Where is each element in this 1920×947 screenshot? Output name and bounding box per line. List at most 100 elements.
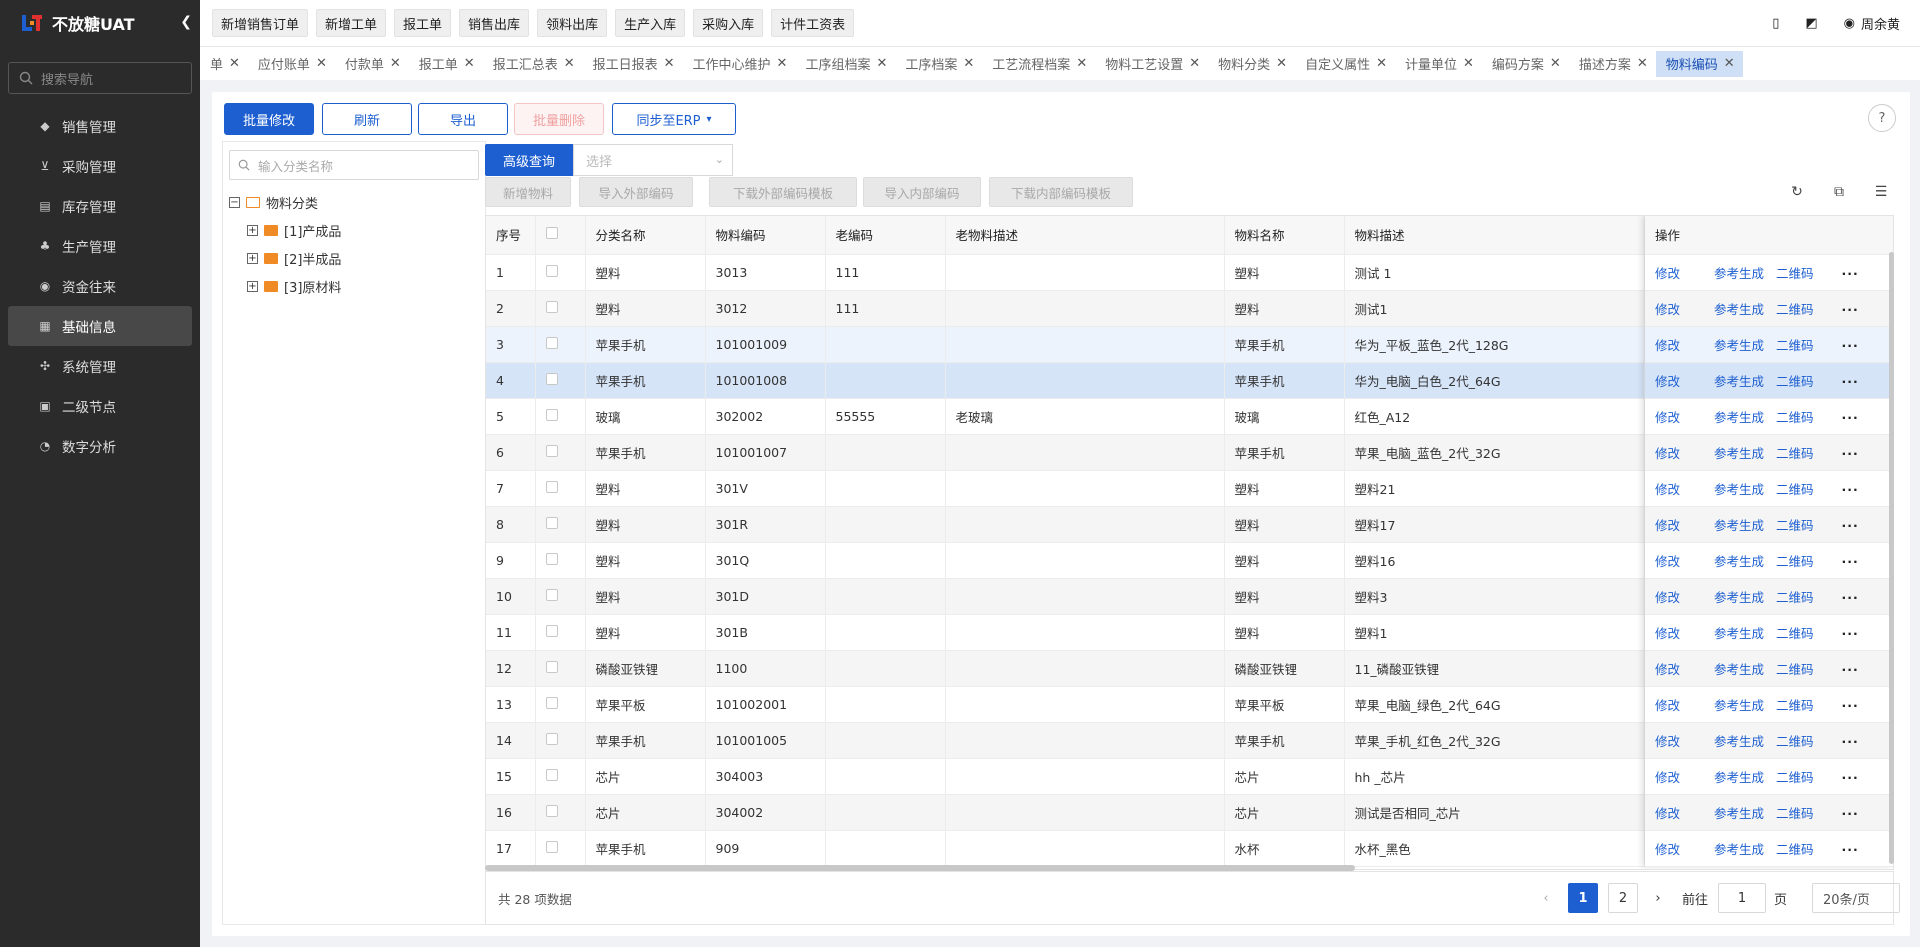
tree-node[interactable]: + [2]半成品 <box>223 244 485 272</box>
tab-item[interactable]: 物料编码 ✕ <box>1655 50 1743 77</box>
collapse-sidebar-icon[interactable]: ❮ <box>180 14 192 30</box>
qrcode-link[interactable]: 二维码 <box>1776 446 1814 461</box>
sidebar-item-1[interactable]: ⊻ 采购管理 <box>8 146 192 186</box>
edit-link[interactable]: 修改 <box>1655 770 1680 785</box>
close-icon[interactable]: ✕ <box>664 56 675 71</box>
reference-generate-link[interactable]: 参考生成 <box>1714 266 1764 281</box>
close-icon[interactable]: ✕ <box>1376 56 1387 71</box>
screen-icon[interactable]: ◩ <box>1805 16 1817 31</box>
sidebar-item-6[interactable]: ✣ 系统管理 <box>8 346 192 386</box>
more-icon[interactable]: ··· <box>1842 518 1859 533</box>
quick-action-button[interactable]: 计件工资表 <box>771 9 855 37</box>
close-icon[interactable]: ✕ <box>464 56 475 71</box>
edit-link[interactable]: 修改 <box>1655 806 1680 821</box>
qrcode-link[interactable]: 二维码 <box>1776 842 1814 857</box>
user-menu[interactable]: ◉ 周余黄 <box>1844 14 1900 33</box>
qrcode-link[interactable]: 二维码 <box>1776 410 1814 425</box>
reference-generate-link[interactable]: 参考生成 <box>1714 734 1764 749</box>
reference-generate-link[interactable]: 参考生成 <box>1714 518 1764 533</box>
edit-link[interactable]: 修改 <box>1655 374 1680 389</box>
vertical-scrollbar[interactable] <box>1889 252 1894 864</box>
edit-link[interactable]: 修改 <box>1655 842 1680 857</box>
more-icon[interactable]: ··· <box>1842 770 1859 785</box>
tab-item[interactable]: 计量单位 ✕ <box>1395 51 1482 77</box>
edit-link[interactable]: 修改 <box>1655 302 1680 317</box>
close-icon[interactable]: ✕ <box>1189 56 1200 71</box>
quick-action-button[interactable]: 销售出库 <box>459 9 530 37</box>
row-checkbox[interactable] <box>545 444 558 457</box>
row-checkbox[interactable] <box>545 516 558 529</box>
close-icon[interactable]: ✕ <box>564 56 575 71</box>
more-icon[interactable]: ··· <box>1842 446 1859 461</box>
tab-item[interactable]: 报工日报表 ✕ <box>583 51 683 77</box>
qrcode-link[interactable]: 二维码 <box>1776 518 1814 533</box>
close-icon[interactable]: ✕ <box>1463 56 1474 71</box>
row-checkbox[interactable] <box>545 372 558 385</box>
quick-action-button[interactable]: 新增工单 <box>316 9 387 37</box>
reload-icon[interactable]: ↻ <box>1789 184 1805 200</box>
reference-generate-link[interactable]: 参考生成 <box>1714 302 1764 317</box>
add-material-button[interactable]: 新增物料 <box>485 177 571 207</box>
edit-link[interactable]: 修改 <box>1655 734 1680 749</box>
more-icon[interactable]: ··· <box>1842 410 1859 425</box>
edit-link[interactable]: 修改 <box>1655 266 1680 281</box>
qrcode-link[interactable]: 二维码 <box>1776 266 1814 281</box>
column-settings-icon[interactable]: ☰ <box>1873 184 1889 200</box>
tab-item[interactable]: 工序档案 ✕ <box>895 51 982 77</box>
help-icon[interactable]: ? <box>1868 104 1896 132</box>
tree-root[interactable]: − 物料分类 <box>223 188 485 216</box>
row-checkbox[interactable] <box>545 408 558 421</box>
reference-generate-link[interactable]: 参考生成 <box>1714 374 1764 389</box>
more-icon[interactable]: ··· <box>1842 374 1859 389</box>
quick-action-button[interactable]: 领料出库 <box>537 9 608 37</box>
batch-edit-button[interactable]: 批量修改 <box>224 103 314 135</box>
more-icon[interactable]: ··· <box>1842 482 1859 497</box>
reference-generate-link[interactable]: 参考生成 <box>1714 806 1764 821</box>
row-checkbox[interactable] <box>545 660 558 673</box>
goto-page-input[interactable]: 1 <box>1718 883 1766 913</box>
row-checkbox[interactable] <box>545 696 558 709</box>
download-internal-template-button[interactable]: 下载内部编码模板 <box>989 177 1133 207</box>
sidebar-item-3[interactable]: ♣ 生产管理 <box>8 226 192 266</box>
reference-generate-link[interactable]: 参考生成 <box>1714 554 1764 569</box>
reference-generate-link[interactable]: 参考生成 <box>1714 338 1764 353</box>
advanced-query-button[interactable]: 高级查询 <box>485 144 573 176</box>
tab-item[interactable]: 报工汇总表 ✕ <box>483 51 583 77</box>
select-all-checkbox[interactable] <box>545 227 558 240</box>
edit-link[interactable]: 修改 <box>1655 662 1680 677</box>
tab-item[interactable]: 工序组档案 ✕ <box>795 51 895 77</box>
expand-icon[interactable]: + <box>247 224 258 236</box>
page-2-button[interactable]: 2 <box>1608 883 1638 913</box>
sidebar-item-2[interactable]: ▤ 库存管理 <box>8 186 192 226</box>
qrcode-link[interactable]: 二维码 <box>1776 482 1814 497</box>
export-button[interactable]: 导出 <box>418 103 508 135</box>
sidebar-item-5[interactable]: ▦ 基础信息 <box>8 306 192 346</box>
edit-link[interactable]: 修改 <box>1655 446 1680 461</box>
qrcode-link[interactable]: 二维码 <box>1776 590 1814 605</box>
more-icon[interactable]: ··· <box>1842 554 1859 569</box>
reference-generate-link[interactable]: 参考生成 <box>1714 626 1764 641</box>
reference-generate-link[interactable]: 参考生成 <box>1714 842 1764 857</box>
tab-item[interactable]: 工艺流程档案 ✕ <box>982 51 1095 77</box>
qrcode-link[interactable]: 二维码 <box>1776 374 1814 389</box>
mobile-icon[interactable]: ▯ <box>1772 16 1779 31</box>
nav-search-input[interactable]: 搜索导航 <box>8 62 192 94</box>
edit-link[interactable]: 修改 <box>1655 590 1680 605</box>
tab-item[interactable]: 报工单 ✕ <box>409 51 483 77</box>
tab-item[interactable]: 付款单 ✕ <box>335 51 409 77</box>
import-internal-code-button[interactable]: 导入内部编码 <box>863 177 981 207</box>
query-select[interactable]: 选择 ⌄ <box>573 144 733 176</box>
import-external-code-button[interactable]: 导入外部编码 <box>579 177 693 207</box>
more-icon[interactable]: ··· <box>1842 734 1859 749</box>
row-checkbox[interactable] <box>545 336 558 349</box>
row-checkbox[interactable] <box>545 624 558 637</box>
edit-link[interactable]: 修改 <box>1655 410 1680 425</box>
reference-generate-link[interactable]: 参考生成 <box>1714 698 1764 713</box>
edit-link[interactable]: 修改 <box>1655 554 1680 569</box>
sidebar-item-8[interactable]: ◔ 数字分析 <box>8 426 192 466</box>
page-1-button[interactable]: 1 <box>1568 883 1598 913</box>
qrcode-link[interactable]: 二维码 <box>1776 734 1814 749</box>
row-checkbox[interactable] <box>545 588 558 601</box>
qrcode-link[interactable]: 二维码 <box>1776 302 1814 317</box>
qrcode-link[interactable]: 二维码 <box>1776 770 1814 785</box>
